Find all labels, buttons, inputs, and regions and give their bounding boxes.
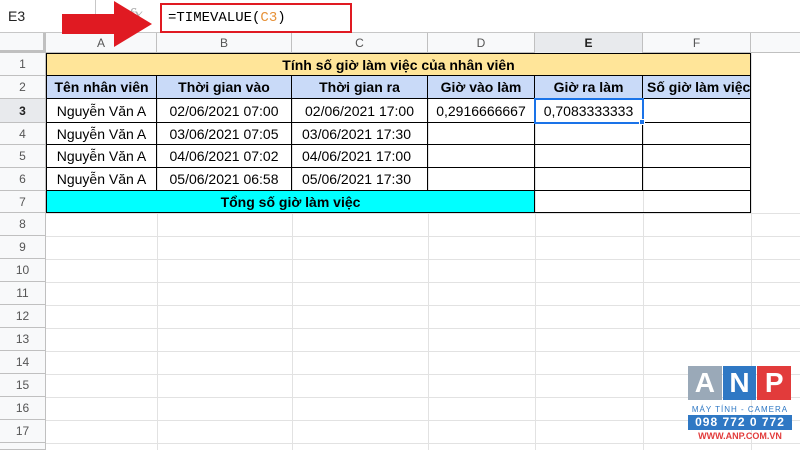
time-out-cell[interactable]: 03/06/2021 17:30 (292, 123, 428, 145)
time-out-cell[interactable]: 05/06/2021 17:30 (292, 168, 428, 191)
gridline (46, 397, 800, 398)
gridline (46, 282, 800, 283)
hour-out-cell-selected[interactable]: 0,7083333333 (534, 98, 644, 124)
hour-out-cell[interactable] (535, 123, 643, 145)
logo-letter: A (688, 366, 722, 400)
hour-out-cell[interactable] (535, 145, 643, 168)
logo-letter: P (757, 366, 792, 400)
time-in-cell[interactable]: 02/06/2021 07:00 (157, 99, 292, 123)
column-header-f[interactable]: F (643, 33, 751, 53)
gridline (46, 305, 800, 306)
column-header-b[interactable]: B (157, 33, 292, 53)
row-header-1[interactable]: 1 (0, 53, 46, 76)
fill-handle[interactable] (639, 119, 645, 125)
logo-tagline: MÁY TÍNH - CAMERA (691, 405, 789, 414)
header-cell-hours[interactable]: Số giờ làm việc (643, 76, 751, 99)
gridline (46, 213, 800, 214)
row-header-4[interactable]: 4 (0, 123, 46, 145)
gridline (46, 259, 800, 260)
column-header-e[interactable]: E (535, 33, 643, 53)
row-header-15[interactable]: 15 (0, 374, 46, 397)
row-header-8[interactable]: 8 (0, 213, 46, 236)
logo-letter: N (722, 366, 757, 400)
formula-prefix: =TIMEVALUE( (168, 10, 261, 26)
logo-letters: A N P (688, 366, 792, 404)
total-value-cell[interactable] (535, 191, 751, 213)
gridline (46, 443, 800, 444)
time-out-cell[interactable]: 04/06/2021 17:00 (292, 145, 428, 168)
header-cell-name[interactable]: Tên nhân viên (46, 76, 157, 99)
select-all-corner[interactable] (0, 33, 46, 53)
row-header-11[interactable]: 11 (0, 282, 46, 305)
name-cell[interactable]: Nguyễn Văn A (46, 123, 157, 145)
header-cell-time-out[interactable]: Thời gian ra (292, 76, 428, 99)
row-header-3[interactable]: 3 (0, 99, 46, 123)
time-in-cell[interactable]: 03/06/2021 07:05 (157, 123, 292, 145)
hours-cell[interactable] (643, 145, 751, 168)
header-cell-time-in[interactable]: Thời gian vào (157, 76, 292, 99)
row-header-7[interactable]: 7 (0, 191, 46, 213)
row-header-14[interactable]: 14 (0, 351, 46, 374)
hours-cell[interactable] (643, 168, 751, 191)
hour-in-cell[interactable] (428, 123, 535, 145)
row-header-6[interactable]: 6 (0, 168, 46, 191)
time-in-cell[interactable]: 05/06/2021 06:58 (157, 168, 292, 191)
hour-out-cell[interactable] (535, 168, 643, 191)
formula-cell-reference: C3 (260, 10, 278, 26)
row-header-9[interactable]: 9 (0, 236, 46, 259)
row-header-10[interactable]: 10 (0, 259, 46, 282)
name-cell[interactable]: Nguyễn Văn A (46, 99, 157, 123)
column-header-c[interactable]: C (292, 33, 428, 53)
hour-in-cell[interactable] (428, 168, 535, 191)
row-header-16[interactable]: 16 (0, 397, 46, 420)
formula-input[interactable]: =TIMEVALUE(C3) (160, 3, 352, 33)
gridline (46, 351, 800, 352)
gridline (46, 374, 800, 375)
hour-in-cell[interactable]: 0,2916666667 (428, 99, 535, 123)
hours-cell[interactable] (643, 99, 751, 123)
hours-cell[interactable] (643, 123, 751, 145)
header-cell-hour-out[interactable]: Giờ ra làm (535, 76, 643, 99)
time-out-cell[interactable]: 02/06/2021 17:00 (292, 99, 428, 123)
gridline (46, 236, 800, 237)
header-cell-hour-in[interactable]: Giờ vào làm (428, 76, 535, 99)
anp-logo: A N P MÁY TÍNH - CAMERA 098 772 0 772 WW… (688, 366, 792, 444)
hour-in-cell[interactable] (428, 145, 535, 168)
row-header-13[interactable]: 13 (0, 328, 46, 351)
row-header-2[interactable]: 2 (0, 76, 46, 99)
gridline (46, 420, 800, 421)
row-header-12[interactable]: 12 (0, 305, 46, 328)
name-cell[interactable]: Nguyễn Văn A (46, 145, 157, 168)
logo-website: WWW.ANP.COM.VN (698, 431, 782, 441)
formula-suffix: ) (277, 10, 286, 26)
time-in-cell[interactable]: 04/06/2021 07:02 (157, 145, 292, 168)
column-header-d[interactable]: D (428, 33, 535, 53)
logo-phone: 098 772 0 772 (688, 415, 792, 430)
name-cell[interactable]: Nguyễn Văn A (46, 168, 157, 191)
row-header-18[interactable]: 18 (0, 443, 46, 450)
row-header-17[interactable]: 17 (0, 420, 46, 443)
red-arrow-icon (62, 1, 152, 47)
row-header-5[interactable]: 5 (0, 145, 46, 168)
sheet-title-cell[interactable]: Tính số giờ làm việc của nhân viên (46, 53, 751, 76)
gridline (46, 328, 800, 329)
total-label-cell[interactable]: Tổng số giờ làm việc (46, 191, 535, 213)
